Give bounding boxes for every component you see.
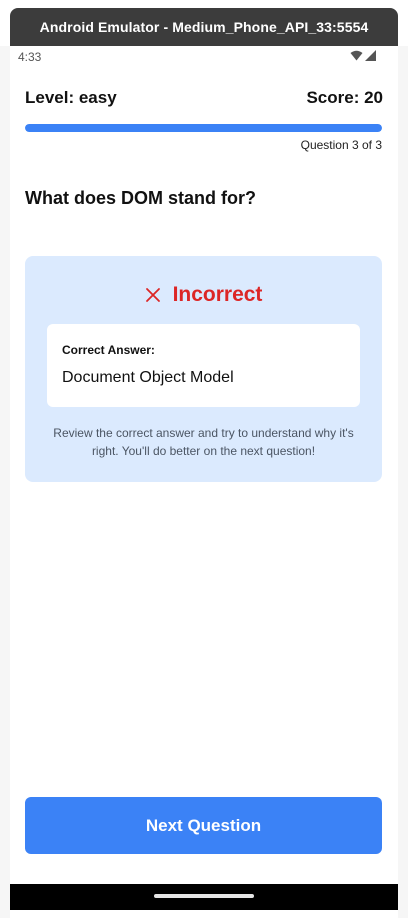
quiz-header: Level: easy Score: 20 <box>25 86 383 110</box>
emulator-window: Android Emulator - Medium_Phone_API_33:5… <box>0 0 408 918</box>
feedback-hint: Review the correct answer and try to und… <box>53 426 354 458</box>
correct-answer-value: Document Object Model <box>62 369 234 386</box>
window-frame-right <box>398 46 408 918</box>
window-title: Android Emulator - Medium_Phone_API_33:5… <box>10 8 398 46</box>
feedback-card: Incorrect Correct Answer: Document Objec… <box>25 256 382 482</box>
correct-answer-title: Correct Answer: <box>62 343 155 357</box>
progress-fill <box>25 124 382 132</box>
score-label: Score: 20 <box>306 88 383 107</box>
level-label: Level: easy <box>25 88 117 107</box>
status-bar: 4:33 <box>10 46 398 68</box>
correct-answer-box: Correct Answer: Document Object Model <box>47 324 360 407</box>
close-icon <box>145 288 160 302</box>
signal-icon <box>365 50 376 61</box>
next-question-button[interactable]: Next Question <box>25 797 382 854</box>
wifi-icon <box>350 50 363 61</box>
question-counter: Question 3 of 3 <box>300 138 382 152</box>
home-gesture-handle[interactable] <box>154 894 254 898</box>
phone-screen: 4:33 Level: easy Score: 20 Question 3 of… <box>10 46 398 910</box>
status-icons <box>350 50 376 61</box>
question-text: What does DOM stand for? <box>25 188 256 208</box>
result-status: Incorrect <box>25 282 382 308</box>
result-label: Incorrect <box>172 283 263 306</box>
progress-bar <box>25 124 382 132</box>
status-time: 4:33 <box>18 50 42 64</box>
window-frame-left <box>0 46 10 918</box>
navigation-bar <box>10 884 398 910</box>
